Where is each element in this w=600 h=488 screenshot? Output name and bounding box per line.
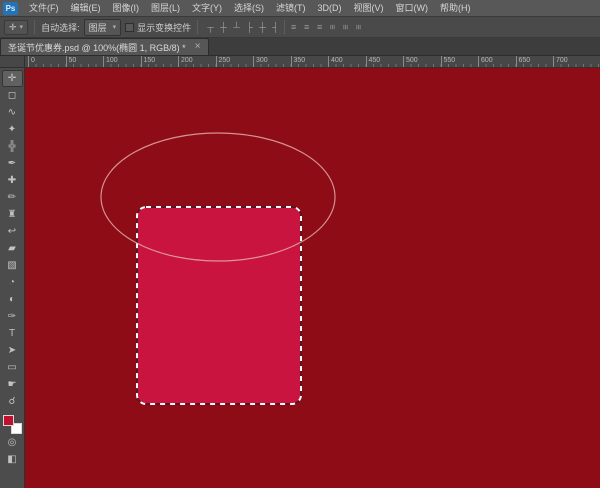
menu-3d[interactable]: 3D(D) [312,0,348,16]
options-bar: ✛ ▾ 自动选择: 图层 ▾ 显示变换控件 ┬ ┼ ┴ ├ ┼ ┤ ≡ ≡ ≡ ≡ ≡ ≡ [0,17,600,38]
distribute-top-edges-icon[interactable]: ≡ [287,20,300,34]
eyedropper-tool[interactable]: ✒ [2,155,23,172]
quick-mask-button[interactable]: ◎ [2,434,23,451]
app-logo: Ps [3,1,18,15]
separator [197,20,199,34]
ruler-label: 200 [178,56,193,67]
crop-tool[interactable]: ╬ [2,138,23,155]
shape-tool[interactable]: ▭ [2,359,23,376]
auto-select-label: 自动选择: [41,22,80,33]
dodge-tool[interactable]: ◐ [2,291,23,308]
tool-preset-dropdown[interactable]: ✛ ▾ [4,19,29,35]
menu-view[interactable]: 视图(V) [348,0,390,16]
eraser-tool[interactable]: ▰ [2,240,23,257]
distribute-bottom-edges-icon[interactable]: ≡ [313,20,326,34]
auto-select-value: 图层 [88,22,107,33]
menu-type[interactable]: 文字(Y) [186,0,228,16]
ruler-label: 300 [253,56,268,67]
menu-layer[interactable]: 图层(L) [145,0,186,16]
align-right-edges-icon[interactable]: ┤ [269,20,282,34]
document-tab[interactable]: 圣诞节优惠券.psd @ 100%(椭圆 1, RGB/8) * × [0,38,209,55]
clone-stamp-tool[interactable]: ♜ [2,206,23,223]
color-swatches [2,415,22,434]
menu-filter[interactable]: 滤镜(T) [270,0,312,16]
move-tool-icon: ✛ [9,21,17,32]
zoom-tool[interactable]: ☌ [2,393,23,410]
canvas[interactable] [25,68,600,488]
brush-tool[interactable]: ✏ [2,189,23,206]
ruler-label: 500 [403,56,418,67]
ruler-label: 250 [215,56,230,67]
distribute-right-edges-icon[interactable]: ≡ [352,21,366,34]
align-bottom-edges-icon[interactable]: ┴ [230,20,243,34]
history-brush-tool[interactable]: ↩ [2,223,23,240]
close-icon[interactable]: × [195,42,201,52]
lasso-tool[interactable]: ∿ [2,104,23,121]
align-vertical-centers-icon[interactable]: ┼ [217,20,230,34]
hand-tool[interactable]: ☛ [2,376,23,393]
marquee-tool[interactable]: ◻ [2,87,23,104]
ruler-corner [0,56,25,67]
align-left-edges-icon[interactable]: ├ [243,20,256,34]
separator [34,20,36,34]
auto-select-dropdown[interactable]: 图层 ▾ [83,18,122,36]
move-tool[interactable]: ✛ [1,70,23,87]
menu-bar: Ps 文件(F) 编辑(E) 图像(I) 图层(L) 文字(Y) 选择(S) 滤镜(T) 3D… [0,0,600,17]
quick-selection-tool[interactable]: ✦ [2,121,23,138]
photoshop-window: Ps 文件(F) 编辑(E) 图像(I) 图层(L) 文字(Y) 选择(S) 滤镜(T) 3D… [0,0,600,488]
path-selection-tool[interactable]: ➤ [2,342,23,359]
foreground-color-swatch[interactable] [2,415,14,426]
separator [284,20,286,34]
screen-mode-button[interactable]: ◧ [2,451,23,468]
ruler-label: 400 [328,56,343,67]
show-transform-label: 显示变换控件 [137,22,192,33]
checkbox-box[interactable] [125,22,135,32]
gradient-tool[interactable]: ▧ [2,257,23,274]
tool-palette: ✛ ◻ ∿ ✦ ╬ ✒ ✚ ✏ ♜ ↩ ▰ ▧ ◔ ◐ ✑ T ➤ ▭ ☛ ☌ ◎ ◧ [0,68,25,488]
horizontal-ruler[interactable]: 0 50 100 150 200 250 300 350 400 450 500 550 600 650 7… [25,56,600,67]
ruler-label: 0 [28,56,35,67]
ruler-row: 0 50 100 150 200 250 300 350 400 450 500 550 600 650 7… [0,56,600,68]
menu-select[interactable]: 选择(S) [228,0,270,16]
ruler-label: 650 [515,56,530,67]
ruler-label: 100 [103,56,118,67]
ruler-label: 50 [65,56,76,67]
coupon-rectangle-shape[interactable] [137,207,301,404]
chevron-down-icon: ▾ [19,24,24,31]
ruler-label: 700 [553,56,568,67]
menu-items: 文件(F) 编辑(E) 图像(I) 图层(L) 文字(Y) 选择(S) 滤镜(T) 3D(D)… [23,0,477,16]
pen-tool[interactable]: ✑ [2,308,23,325]
show-transform-checkbox[interactable]: 显示变换控件 [125,21,191,34]
align-top-edges-icon[interactable]: ┬ [204,20,217,34]
ruler-label: 600 [478,56,493,67]
ruler-label: 550 [440,56,455,67]
type-tool[interactable]: T [2,325,23,342]
menu-file[interactable]: 文件(F) [23,0,65,16]
align-distribute-buttons: ┬ ┼ ┴ ├ ┼ ┤ ≡ ≡ ≡ ≡ ≡ ≡ [204,20,365,34]
menu-edit[interactable]: 编辑(E) [65,0,107,16]
ruler-label: 150 [140,56,155,67]
align-horizontal-centers-icon[interactable]: ┼ [256,20,269,34]
menu-window[interactable]: 窗口(W) [390,0,435,16]
blur-tool[interactable]: ◔ [2,274,23,291]
chevron-down-icon: ▾ [112,24,117,31]
document-title: 圣诞节优惠券.psd @ 100%(椭圆 1, RGB/8) * [8,42,186,53]
ruler-label: 350 [290,56,305,67]
document-tab-bar: 圣诞节优惠券.psd @ 100%(椭圆 1, RGB/8) * × [0,38,600,56]
document-artwork[interactable] [25,68,600,488]
menu-help[interactable]: 帮助(H) [434,0,477,16]
distribute-vertical-centers-icon[interactable]: ≡ [300,20,313,34]
menu-image[interactable]: 图像(I) [107,0,146,16]
healing-brush-tool[interactable]: ✚ [2,172,23,189]
ruler-label: 450 [365,56,380,67]
workspace: ✛ ◻ ∿ ✦ ╬ ✒ ✚ ✏ ♜ ↩ ▰ ▧ ◔ ◐ ✑ T ➤ ▭ ☛ ☌ ◎ ◧ [0,68,600,488]
